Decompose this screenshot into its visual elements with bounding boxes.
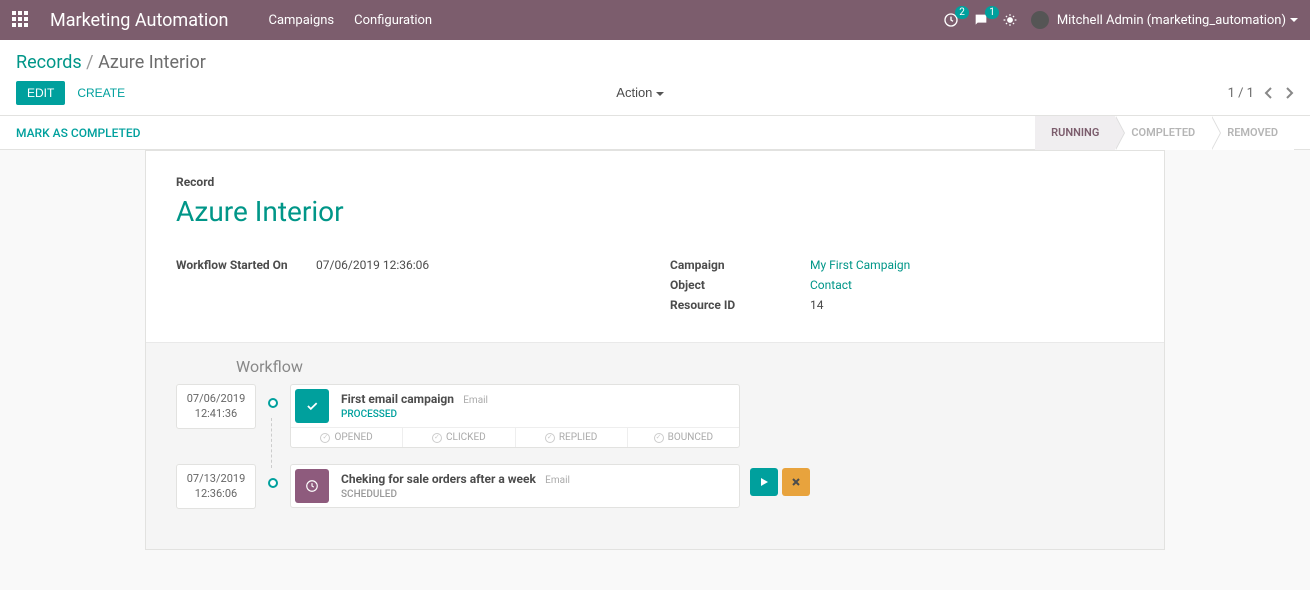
- form-sheet: Record Azure Interior Workflow Started O…: [145, 150, 1165, 550]
- resource-id-label: Resource ID: [670, 298, 810, 312]
- check-icon: [295, 389, 329, 423]
- check-circle-icon: [432, 433, 442, 443]
- clock-icon[interactable]: 2: [943, 12, 959, 28]
- stat-clicked[interactable]: CLICKED: [403, 428, 515, 447]
- clock-icon: [295, 469, 329, 503]
- status-removed[interactable]: REMOVED: [1211, 116, 1294, 150]
- object-label: Object: [670, 278, 810, 292]
- apps-icon[interactable]: [12, 11, 30, 29]
- status-steps: RUNNING COMPLETED REMOVED: [1035, 116, 1294, 150]
- workflow-item: 07/06/2019 12:41:36 First email campaign…: [176, 384, 1134, 448]
- pager-prev[interactable]: [1264, 86, 1274, 100]
- form-area: Record Azure Interior Workflow Started O…: [0, 150, 1310, 590]
- pager: 1 / 1: [1228, 86, 1294, 101]
- action-dropdown[interactable]: Action: [616, 85, 664, 100]
- nav-campaigns[interactable]: Campaigns: [268, 13, 334, 28]
- stat-replied[interactable]: REPLIED: [516, 428, 628, 447]
- breadcrumb-current: Azure Interior: [98, 52, 206, 73]
- workflow-started-label: Workflow Started On: [176, 258, 316, 272]
- app-title: Marketing Automation: [50, 10, 228, 31]
- pager-text: 1 / 1: [1228, 86, 1254, 101]
- nav-configuration[interactable]: Configuration: [354, 13, 432, 28]
- play-button[interactable]: [750, 468, 778, 496]
- chat-badge: 1: [985, 6, 999, 19]
- check-circle-icon: [320, 433, 330, 443]
- chat-icon[interactable]: 1: [973, 12, 989, 28]
- workflow-card: Cheking for sale orders after a week Ema…: [290, 464, 740, 508]
- status-bar: MARK AS COMPLETED RUNNING COMPLETED REMO…: [0, 116, 1310, 150]
- stat-opened[interactable]: OPENED: [291, 428, 403, 447]
- workflow-item-title: First email campaign: [341, 392, 454, 406]
- campaign-link[interactable]: My First Campaign: [810, 258, 910, 272]
- timeline-dot-icon: [268, 398, 278, 408]
- object-link[interactable]: Contact: [810, 278, 852, 292]
- check-circle-icon: [654, 433, 664, 443]
- resource-id-value: 14: [810, 298, 824, 312]
- mark-completed-button[interactable]: MARK AS COMPLETED: [16, 126, 140, 140]
- workflow-section: Workflow 07/06/2019 12:41:36 First email: [146, 342, 1164, 549]
- workflow-stats: OPENED CLICKED REPLIED BOUNCED: [291, 427, 739, 447]
- workflow-started-value: 07/06/2019 12:36:06: [316, 258, 429, 272]
- status-running[interactable]: RUNNING: [1035, 116, 1115, 150]
- workflow-item-title: Cheking for sale orders after a week: [341, 472, 536, 486]
- clock-badge: 2: [955, 6, 969, 19]
- avatar: [1031, 11, 1049, 29]
- edit-button[interactable]: EDIT: [16, 81, 65, 105]
- workflow-item-date: 07/13/2019 12:36:06: [176, 464, 256, 509]
- cancel-button[interactable]: [782, 468, 810, 496]
- workflow-item-status: PROCESSED: [341, 409, 731, 420]
- workflow-item: 07/13/2019 12:36:06 Cheking for sale ord…: [176, 464, 1134, 509]
- chevron-down-icon: [1290, 18, 1298, 22]
- workflow-item-date: 07/06/2019 12:41:36: [176, 384, 256, 429]
- pager-next[interactable]: [1284, 86, 1294, 100]
- breadcrumb: Records / Azure Interior: [16, 52, 206, 73]
- record-label: Record: [176, 175, 1134, 189]
- stat-bounced[interactable]: BOUNCED: [628, 428, 739, 447]
- control-panel: Records / Azure Interior EDIT CREATE Act…: [0, 40, 1310, 116]
- top-navbar: Marketing Automation Campaigns Configura…: [0, 0, 1310, 40]
- user-menu[interactable]: Mitchell Admin (marketing_automation): [1031, 11, 1298, 29]
- workflow-title: Workflow: [236, 357, 1134, 376]
- create-button[interactable]: CREATE: [69, 82, 133, 104]
- breadcrumb-parent[interactable]: Records: [16, 52, 82, 73]
- status-completed[interactable]: COMPLETED: [1115, 116, 1211, 150]
- workflow-item-type: Email: [545, 475, 570, 486]
- record-title: Azure Interior: [176, 195, 1134, 228]
- user-name: Mitchell Admin (marketing_automation): [1057, 13, 1286, 28]
- workflow-card: First email campaign Email PROCESSED OPE…: [290, 384, 740, 448]
- timeline-dot-icon: [268, 478, 278, 488]
- nav-menu: Campaigns Configuration: [268, 13, 432, 28]
- workflow-item-status: SCHEDULED: [341, 489, 731, 500]
- bug-icon[interactable]: [1003, 13, 1017, 27]
- check-circle-icon: [545, 433, 555, 443]
- workflow-item-type: Email: [463, 395, 488, 406]
- campaign-label: Campaign: [670, 258, 810, 272]
